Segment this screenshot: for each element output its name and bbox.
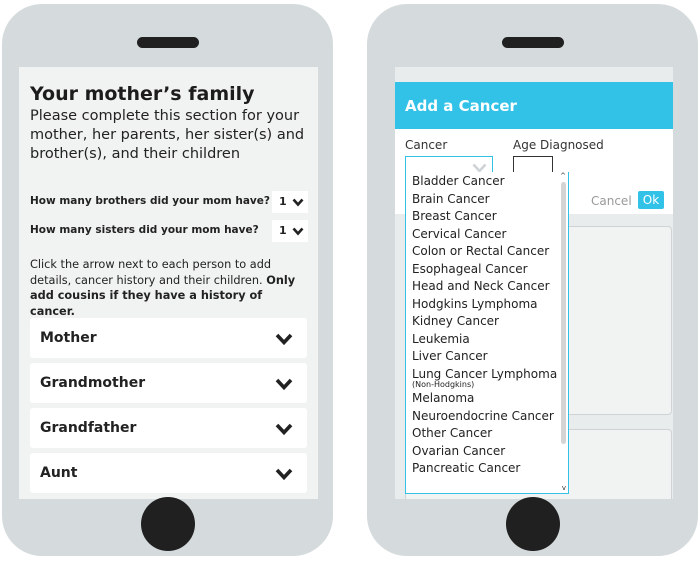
- person-name: Grandmother: [40, 375, 146, 391]
- sisters-count-value: 1: [279, 224, 287, 237]
- person-row-grandfather[interactable]: Grandfather: [30, 408, 307, 448]
- option-pancreatic-cancer[interactable]: Pancreatic Cancer: [412, 460, 560, 478]
- sisters-question-label: How many sisters did your mom have?: [30, 224, 259, 236]
- scroll-up-arrow-icon[interactable]: ^: [560, 172, 566, 180]
- option-head-neck-cancer[interactable]: Head and Neck Cancer: [412, 278, 560, 296]
- page-subtitle: Please complete this section for your mo…: [30, 108, 305, 162]
- phone-home-button: [140, 497, 195, 551]
- modal-title: Add a Cancer: [405, 97, 517, 115]
- brothers-count-value: 1: [279, 195, 287, 208]
- brothers-question-row: How many brothers did your mom have? 1: [30, 191, 308, 213]
- phone-right: Add a Cancer Cancer Age Diagnosed Cancel…: [367, 4, 698, 556]
- sisters-question-row: How many sisters did your mom have? 1: [30, 220, 308, 242]
- option-liver-cancer[interactable]: Liver Cancer: [412, 348, 560, 366]
- phone-left: Your mother’s family Please complete thi…: [2, 4, 333, 556]
- dropdown-scrollbar[interactable]: ^ v: [558, 172, 568, 493]
- cancer-options: Bladder Cancer Brain Cancer Breast Cance…: [412, 173, 560, 478]
- person-name: Grandfather: [40, 420, 137, 436]
- instructions-normal: Click the arrow next to each person to a…: [30, 258, 272, 287]
- scroll-down-arrow-icon[interactable]: v: [562, 484, 566, 492]
- ok-button[interactable]: Ok: [638, 191, 664, 209]
- phone-home-button: [505, 497, 560, 551]
- brothers-count-select[interactable]: 1: [272, 191, 308, 213]
- phone-speaker: [136, 37, 199, 48]
- chevron-down-icon[interactable]: [275, 331, 293, 350]
- phone-screen-add-cancer: Add a Cancer Cancer Age Diagnosed Cancel…: [395, 67, 673, 499]
- chevron-down-icon[interactable]: [275, 376, 293, 395]
- chevron-down-icon[interactable]: [275, 466, 293, 485]
- cancer-label: Cancer: [405, 138, 448, 152]
- cancer-select[interactable]: [405, 156, 493, 173]
- cancer-dropdown-list[interactable]: Bladder Cancer Brain Cancer Breast Cance…: [405, 172, 569, 494]
- option-breast-cancer[interactable]: Breast Cancer: [412, 208, 560, 226]
- modal-header: Add a Cancer: [395, 82, 673, 129]
- option-leukemia[interactable]: Leukemia: [412, 331, 560, 349]
- phone-speaker: [501, 37, 564, 48]
- brothers-question-label: How many brothers did your mom have?: [30, 195, 270, 207]
- chevron-down-icon[interactable]: [275, 421, 293, 440]
- instructions-text: Click the arrow next to each person to a…: [30, 257, 310, 319]
- option-label: Lung Cancer Lymphoma: [412, 366, 558, 381]
- option-bladder-cancer[interactable]: Bladder Cancer: [412, 173, 560, 191]
- option-kidney-cancer[interactable]: Kidney Cancer: [412, 313, 560, 331]
- option-esophageal-cancer[interactable]: Esophageal Cancer: [412, 261, 560, 279]
- sisters-count-select[interactable]: 1: [272, 220, 308, 242]
- option-note: (Non-Hodgkins): [412, 380, 475, 389]
- option-neuroendocrine-cancer[interactable]: Neuroendocrine Cancer: [412, 408, 560, 426]
- phone-screen-mother-family: Your mother’s family Please complete thi…: [19, 67, 318, 499]
- option-melanoma[interactable]: Melanoma: [412, 390, 560, 408]
- option-brain-cancer[interactable]: Brain Cancer: [412, 191, 560, 209]
- chevron-down-icon: [292, 197, 304, 210]
- option-hodgkins-lymphoma[interactable]: Hodgkins Lymphoma: [412, 296, 560, 314]
- person-row-grandmother[interactable]: Grandmother: [30, 363, 307, 403]
- option-ovarian-cancer[interactable]: Ovarian Cancer: [412, 443, 560, 461]
- option-lung-cancer-lymphoma[interactable]: Lung Cancer Lymphoma (Non-Hodgkins): [412, 366, 560, 390]
- person-row-aunt[interactable]: Aunt: [30, 453, 307, 493]
- option-colon-rectal-cancer[interactable]: Colon or Rectal Cancer: [412, 243, 560, 261]
- cancel-button[interactable]: Cancel: [591, 194, 632, 208]
- option-other-cancer[interactable]: Other Cancer: [412, 425, 560, 443]
- option-cervical-cancer[interactable]: Cervical Cancer: [412, 226, 560, 244]
- page-title: Your mother’s family: [30, 83, 255, 105]
- scrollbar-thumb[interactable]: [561, 182, 566, 444]
- age-diagnosed-label: Age Diagnosed: [513, 138, 604, 152]
- person-name: Mother: [40, 330, 97, 346]
- chevron-down-icon: [292, 226, 304, 239]
- person-row-mother[interactable]: Mother: [30, 318, 307, 358]
- person-name: Aunt: [40, 465, 78, 481]
